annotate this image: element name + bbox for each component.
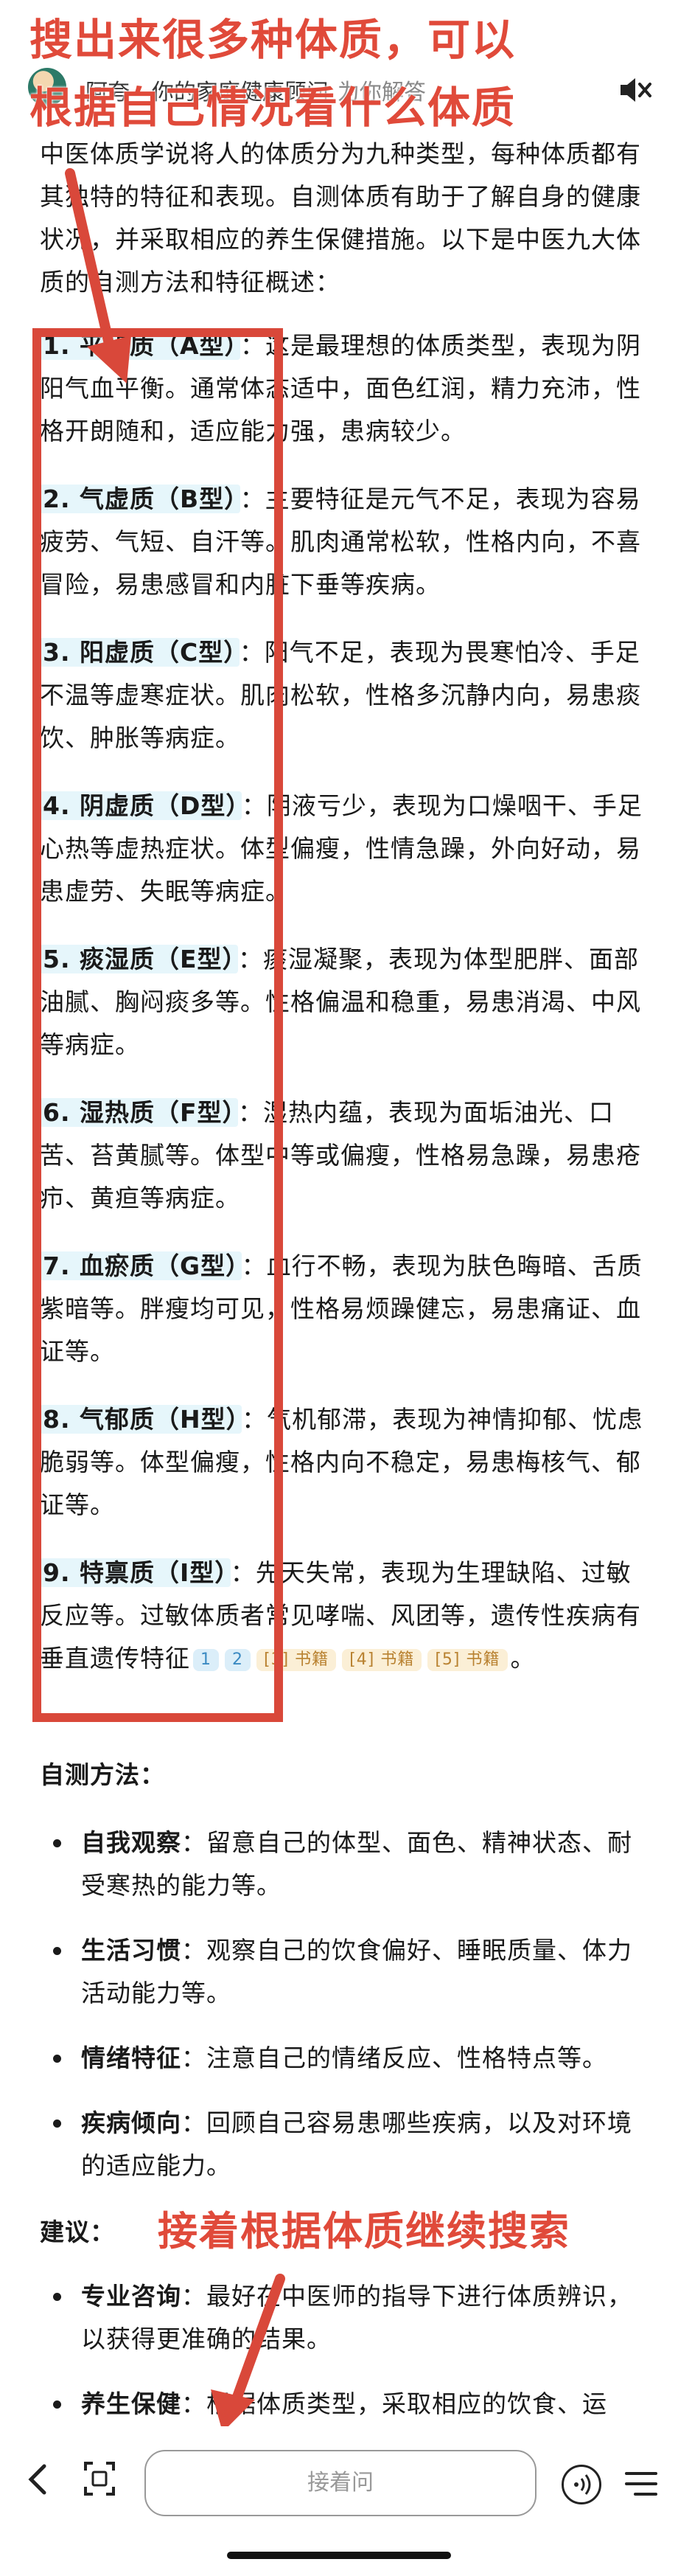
menu-button[interactable] [625,2469,657,2499]
menu-lines-icon [625,2472,657,2496]
chevron-left-icon [28,2464,46,2495]
screenshot-button[interactable] [83,2460,116,2497]
annotation-arrows [65,168,285,2432]
voice-wave-icon [574,2474,591,2495]
voice-input-button[interactable] [562,2465,601,2504]
back-button[interactable] [27,2463,49,2504]
home-indicator [227,2552,451,2559]
followup-input[interactable]: 接着问 [144,2450,537,2516]
bottom-toolbar: 接着问 [0,2426,678,2576]
crop-frame-icon [84,2462,115,2496]
